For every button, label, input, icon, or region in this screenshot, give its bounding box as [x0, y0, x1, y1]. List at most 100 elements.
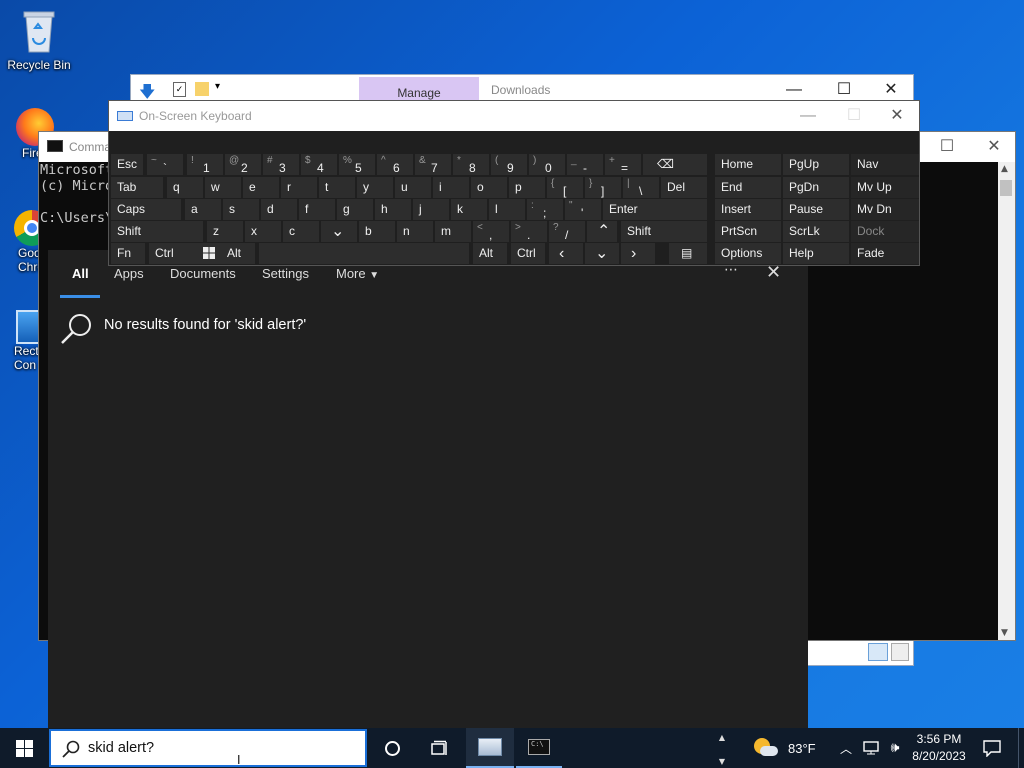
backspace-key[interactable]: ⌫	[643, 154, 707, 175]
start-button[interactable]	[0, 728, 48, 768]
desktop-icon-recycle-bin[interactable]: Recycle Bin	[2, 8, 76, 72]
key-dock[interactable]: Dock	[851, 221, 919, 242]
minimize-icon[interactable]: —	[785, 101, 831, 131]
key-s[interactable]: s	[223, 199, 259, 220]
key-u[interactable]: u	[395, 177, 431, 198]
key-mv-up[interactable]: Mv Up	[851, 177, 919, 198]
right-arrow-key[interactable]: ›	[621, 243, 655, 264]
key-b[interactable]: b	[359, 221, 395, 242]
close-icon[interactable]: ✕	[874, 101, 920, 131]
key-shift[interactable]: Shift	[111, 221, 203, 242]
key-fade[interactable]: Fade	[851, 243, 919, 264]
key-o[interactable]: o	[471, 177, 507, 198]
key-ctrl[interactable]: Ctrl	[511, 243, 545, 264]
key-nav[interactable]: Nav	[851, 154, 919, 175]
down-arrow-key[interactable]: ⌄	[321, 221, 357, 242]
key-alt[interactable]: Alt	[221, 243, 255, 264]
key-l[interactable]: l	[489, 199, 525, 220]
key-pgup[interactable]: PgUp	[783, 154, 849, 175]
taskbar-app-on-screen-keyboard[interactable]	[466, 728, 514, 768]
key-2[interactable]: ! 1	[187, 154, 223, 175]
tab-more[interactable]: More ▼	[336, 266, 379, 281]
tab-all[interactable]: All	[72, 266, 89, 281]
properties-icon[interactable]: ✓	[173, 82, 186, 97]
key-g[interactable]: g	[337, 199, 373, 220]
maximize-icon[interactable]: ☐	[831, 101, 877, 131]
key-alt[interactable]: Alt	[473, 243, 507, 264]
key-a[interactable]: a	[185, 199, 221, 220]
weather-widget[interactable]: 83°F	[752, 728, 822, 768]
volume-icon[interactable]: 🕪	[884, 728, 906, 768]
tab-apps[interactable]: Apps	[114, 266, 144, 281]
cortana-button[interactable]	[370, 728, 414, 768]
key-69[interactable]: >.	[511, 221, 547, 242]
key-tab[interactable]: Tab	[111, 177, 163, 198]
key-fn[interactable]: Fn	[111, 243, 145, 264]
maximize-icon[interactable]: ☐	[924, 132, 970, 162]
key-del[interactable]: Del	[661, 177, 707, 198]
show-hidden-icons-button[interactable]: ︿	[836, 728, 856, 768]
taskbar-scroll[interactable]: ▲ ▼	[714, 728, 730, 768]
key-ctrl[interactable]: Ctrl	[149, 243, 195, 264]
key-k[interactable]: k	[451, 199, 487, 220]
key-9[interactable]: * 8	[453, 154, 489, 175]
details-view-icon[interactable]	[868, 643, 888, 661]
key-1[interactable]: ~ `	[147, 154, 183, 175]
key-y[interactable]: y	[357, 177, 393, 198]
key-pgdn[interactable]: PgDn	[783, 177, 849, 198]
search-input[interactable]: skid alert?	[88, 740, 154, 756]
key-e[interactable]: e	[243, 177, 279, 198]
quick-access-dropdown-icon[interactable]: ▾	[215, 81, 220, 92]
key-33[interactable]: | \	[623, 177, 659, 198]
windows-key[interactable]	[191, 243, 223, 264]
close-icon[interactable]: ✕	[971, 132, 1017, 162]
key-3[interactable]: @2	[225, 154, 261, 175]
key-10[interactable]: (9	[491, 154, 527, 175]
key-mv-dn[interactable]: Mv Dn	[851, 199, 919, 220]
key-caps[interactable]: Caps	[111, 199, 181, 220]
key-f[interactable]: f	[299, 199, 335, 220]
key-end[interactable]: End	[715, 177, 781, 198]
clock[interactable]: 3:56 PM 8/20/2023	[906, 731, 972, 765]
key-home[interactable]: Home	[715, 154, 781, 175]
key-51[interactable]: " '	[565, 199, 601, 220]
action-center-button[interactable]	[978, 728, 1006, 768]
menu-key[interactable]: ▤	[669, 243, 707, 264]
key-t[interactable]: t	[319, 177, 355, 198]
key-p[interactable]: p	[509, 177, 545, 198]
taskbar-search-box[interactable]: skid alert? Ι	[49, 729, 367, 767]
key-pause[interactable]: Pause	[783, 199, 849, 220]
key-insert[interactable]: Insert	[715, 199, 781, 220]
tab-documents[interactable]: Documents	[170, 266, 236, 281]
key-13[interactable]: + =	[605, 154, 641, 175]
tab-settings[interactable]: Settings	[262, 266, 309, 281]
key-8[interactable]: & 7	[415, 154, 451, 175]
key-w[interactable]: w	[205, 177, 241, 198]
key-4[interactable]: #3	[263, 154, 299, 175]
key-c[interactable]: c	[283, 221, 319, 242]
key-5[interactable]: $4	[301, 154, 337, 175]
key-shift[interactable]: Shift	[621, 221, 707, 242]
key-11[interactable]: ) 0	[529, 154, 565, 175]
key-prtscn[interactable]: PrtScn	[715, 221, 781, 242]
key-32[interactable]: }]	[585, 177, 621, 198]
key-31[interactable]: {[	[547, 177, 583, 198]
key-i[interactable]: i	[433, 177, 469, 198]
key-7[interactable]: ^ 6	[377, 154, 413, 175]
space-key[interactable]	[259, 243, 469, 264]
key-d[interactable]: d	[261, 199, 297, 220]
key-70[interactable]: ? /	[549, 221, 585, 242]
show-desktop-button[interactable]	[1018, 728, 1024, 768]
key-50[interactable]: :;	[527, 199, 563, 220]
key-n[interactable]: n	[397, 221, 433, 242]
key-x[interactable]: x	[245, 221, 281, 242]
key-z[interactable]: z	[207, 221, 243, 242]
key-m[interactable]: m	[435, 221, 471, 242]
key-j[interactable]: j	[413, 199, 449, 220]
key-esc[interactable]: Esc	[111, 154, 143, 175]
key-12[interactable]: _ -	[567, 154, 603, 175]
key-scrlk[interactable]: ScrLk	[783, 221, 849, 242]
key-68[interactable]: <,	[473, 221, 509, 242]
network-icon[interactable]	[860, 728, 882, 768]
key-6[interactable]: % 5	[339, 154, 375, 175]
